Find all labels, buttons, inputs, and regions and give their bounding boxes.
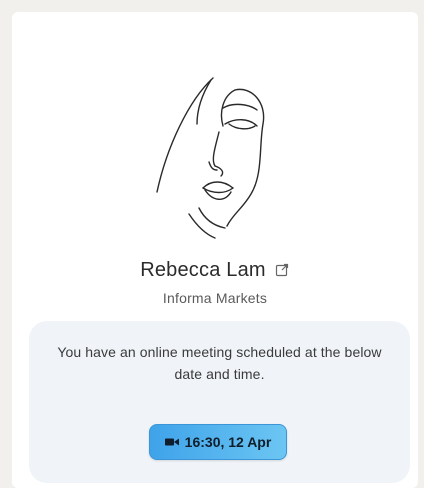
line-art-face-icon bbox=[156, 77, 265, 239]
meeting-time-button[interactable]: 16:30, 12 Apr bbox=[149, 424, 287, 460]
meeting-message: You have an online meeting scheduled at … bbox=[57, 344, 382, 382]
contact-name: Rebecca Lam bbox=[140, 258, 266, 281]
video-camera-icon bbox=[164, 437, 179, 447]
meeting-panel: You have an online meeting scheduled at … bbox=[29, 321, 410, 483]
meeting-time-label: 16:30, 12 Apr bbox=[184, 434, 272, 450]
contact-name-row: Rebecca Lam bbox=[12, 256, 418, 284]
contact-card: Rebecca Lam Informa Markets You have an … bbox=[12, 12, 418, 488]
external-link-icon[interactable] bbox=[274, 262, 290, 278]
contact-company: Informa Markets bbox=[162, 290, 268, 306]
